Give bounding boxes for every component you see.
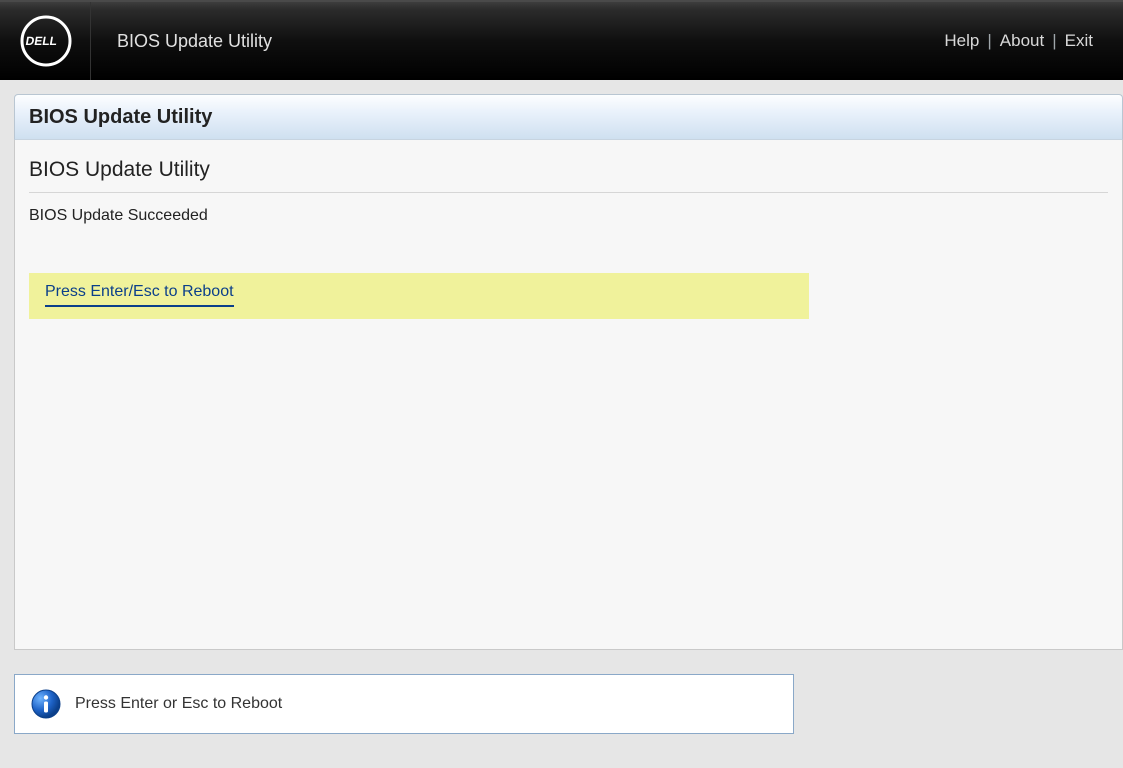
link-separator: |	[987, 31, 991, 51]
top-bar: DELL BIOS Update Utility Help | About | …	[0, 0, 1123, 80]
link-separator: |	[1052, 31, 1056, 51]
panel-header: BIOS Update Utility	[14, 94, 1123, 140]
help-link[interactable]: Help	[944, 31, 979, 51]
panel-title: BIOS Update Utility	[29, 106, 212, 129]
app-title: BIOS Update Utility	[117, 31, 944, 52]
footer-message-box: Press Enter or Esc to Reboot	[14, 674, 794, 734]
about-link[interactable]: About	[1000, 31, 1044, 51]
reboot-action[interactable]: Press Enter/Esc to Reboot	[45, 283, 234, 307]
action-bar: Press Enter/Esc to Reboot	[29, 273, 809, 319]
panel-body: BIOS Update Utility BIOS Update Succeede…	[14, 140, 1123, 650]
section-title: BIOS Update Utility	[29, 158, 1108, 193]
svg-text:DELL: DELL	[25, 34, 59, 48]
logo-container: DELL	[20, 2, 91, 80]
page-content: BIOS Update Utility BIOS Update Utility …	[0, 80, 1123, 734]
status-text: BIOS Update Succeeded	[29, 207, 1108, 225]
footer-message: Press Enter or Esc to Reboot	[75, 695, 282, 713]
dell-logo-icon: DELL	[20, 15, 72, 67]
exit-link[interactable]: Exit	[1065, 31, 1093, 51]
info-icon	[31, 689, 61, 719]
top-links: Help | About | Exit	[944, 31, 1093, 51]
